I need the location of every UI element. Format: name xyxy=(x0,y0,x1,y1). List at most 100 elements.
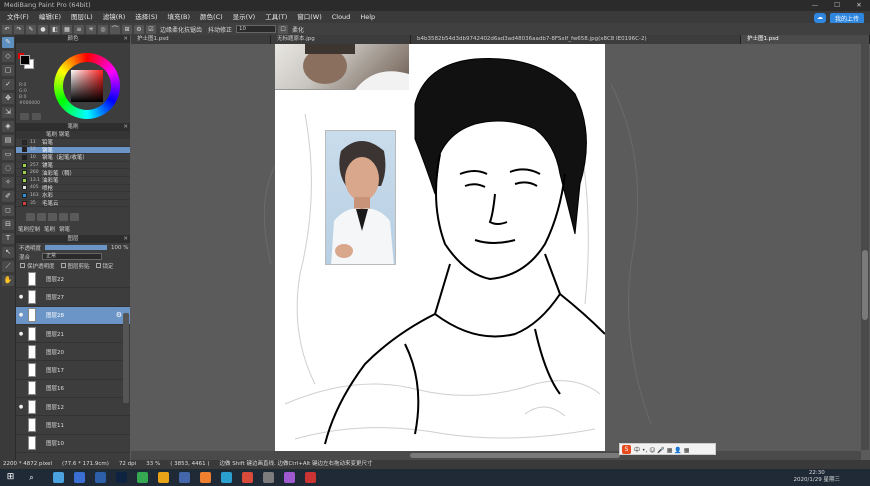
taskbar-app-icon[interactable] xyxy=(137,472,148,483)
reference-photo-portrait[interactable] xyxy=(325,130,396,265)
taskbar-app-icon[interactable] xyxy=(284,472,295,483)
dot-tool-icon[interactable]: ▢ xyxy=(2,65,14,76)
trash-icon[interactable] xyxy=(70,213,79,221)
brush-item[interactable]: 11 铅笔 xyxy=(16,139,130,147)
protect-checkbox[interactable] xyxy=(20,262,25,268)
taskbar-app-icon[interactable] xyxy=(53,472,64,483)
layer-visibility-icon[interactable]: ● xyxy=(16,331,26,337)
lock-checkbox[interactable] xyxy=(95,262,101,268)
taskbar-app-icon[interactable] xyxy=(95,472,106,483)
reference-photo-top[interactable] xyxy=(275,44,409,90)
menu-layer[interactable]: 图层(L) xyxy=(66,11,98,23)
brush-item[interactable]: 163 水彩 xyxy=(16,192,130,200)
snap-radial-icon[interactable]: ✳ xyxy=(86,24,96,34)
layer-row[interactable]: 图层10 xyxy=(16,435,130,453)
vertical-scroll-thumb[interactable] xyxy=(862,250,868,320)
add-brush-icon[interactable] xyxy=(26,213,35,221)
select-tool-icon[interactable]: ✓ xyxy=(2,79,14,90)
layer-row[interactable]: 图层11 xyxy=(16,416,130,435)
correction-select[interactable]: 10 xyxy=(236,25,277,33)
color-mode-icon[interactable] xyxy=(20,113,29,120)
opacity-slider[interactable] xyxy=(45,245,108,250)
panel-close-icon[interactable]: ✕ xyxy=(123,235,128,243)
select-eraser-tool-icon[interactable]: ◻ xyxy=(2,205,14,216)
taskbar-app-icon[interactable] xyxy=(116,472,127,483)
tab-brush[interactable]: 笔刷 xyxy=(44,225,55,233)
menu-view[interactable]: 显示(V) xyxy=(228,11,261,23)
sogou-icon[interactable]: S xyxy=(622,444,631,454)
tab-doc-1[interactable]: 护士图1.psd xyxy=(131,35,271,44)
layer-row[interactable]: ● 图层27 xyxy=(16,288,130,307)
close-button[interactable]: ✕ xyxy=(848,0,870,11)
panel-close-icon[interactable]: ✕ xyxy=(123,123,128,131)
clip-checkbox[interactable] xyxy=(60,262,66,268)
ime-status[interactable]: 中 •, ☺ 🎤 ▦ 👤 ▦ xyxy=(634,445,689,454)
menu-select[interactable]: 选择(S) xyxy=(130,11,162,23)
magic-wand-tool-icon[interactable]: ✧ xyxy=(2,177,14,188)
search-icon[interactable]: ⌕ xyxy=(26,472,37,483)
vertical-scrollbar[interactable] xyxy=(861,44,869,450)
tab-doc-3[interactable]: b4b3582b54d3db9742402d6ad3ad48036aadb7-8… xyxy=(411,35,741,44)
menu-edit[interactable]: 编辑(E) xyxy=(34,11,66,23)
menu-color[interactable]: 颜色(C) xyxy=(195,11,228,23)
shape-tool-icon[interactable]: ▭ xyxy=(2,149,14,160)
taskbar-app-icon[interactable] xyxy=(74,472,85,483)
taskbar-app-icon[interactable] xyxy=(305,472,316,483)
operation-tool-icon[interactable]: ↖ xyxy=(2,247,14,258)
brush-subtabs[interactable]: 笔刷 钢笔 xyxy=(16,131,130,139)
taskbar-app-icon[interactable] xyxy=(242,472,253,483)
brush-item[interactable]: 10 钢笔（起笔/收笔） xyxy=(16,154,130,162)
menu-cloud[interactable]: Cloud xyxy=(327,11,356,23)
menu-window[interactable]: 窗口(W) xyxy=(292,11,327,23)
menu-fill[interactable]: 填充(B) xyxy=(163,11,196,23)
redo-icon[interactable]: ↷ xyxy=(14,24,24,34)
eyedropper-tool-icon[interactable]: ⟋ xyxy=(2,261,14,272)
horizontal-scroll-thumb[interactable] xyxy=(410,453,620,458)
color-wheel[interactable] xyxy=(54,53,120,119)
snap-circle-icon[interactable]: ◎ xyxy=(98,24,108,34)
menu-filter[interactable]: 滤镜(R) xyxy=(98,11,131,23)
snap-perspective-icon[interactable]: ⊞ xyxy=(122,24,132,34)
ime-toolbar[interactable]: S 中 •, ☺ 🎤 ▦ 👤 ▦ xyxy=(619,443,716,455)
layer-scrollbar[interactable] xyxy=(123,313,129,403)
blend-select[interactable]: 正常 xyxy=(42,253,103,260)
lock-option[interactable]: 锁定 xyxy=(95,262,114,270)
lasso-tool-icon[interactable]: ◌ xyxy=(2,163,14,174)
menu-file[interactable]: 文件(F) xyxy=(2,11,34,23)
divide-tool-icon[interactable]: ⊟ xyxy=(2,219,14,230)
select-pen-tool-icon[interactable]: ✐ xyxy=(2,191,14,202)
taskbar-app-icon[interactable] xyxy=(221,472,232,483)
saturation-square[interactable] xyxy=(71,70,103,102)
layer-row[interactable]: 图层17 xyxy=(16,361,130,380)
folder-icon[interactable] xyxy=(37,213,46,221)
layer-visibility-icon[interactable]: ● xyxy=(16,294,26,300)
brush-size-icon[interactable]: ● xyxy=(38,24,48,34)
copy-icon[interactable] xyxy=(48,213,57,221)
layer-row[interactable]: 图层16 xyxy=(16,380,130,399)
antialias-checkbox[interactable]: ☑ xyxy=(146,24,156,34)
brush-item[interactable]: 260 油彩笔（稠） xyxy=(16,169,130,177)
maximize-button[interactable]: ☐ xyxy=(826,0,848,11)
taskbar-clock[interactable]: 22:30 2020/1/29 星期三 xyxy=(794,470,840,484)
layer-row[interactable]: 图层22 xyxy=(16,270,130,289)
transform-tool-icon[interactable]: ⇲ xyxy=(2,107,14,118)
brush-item[interactable]: 13.1 油彩笔 xyxy=(16,177,130,185)
eraser-mode-icon[interactable]: ◧ xyxy=(50,24,60,34)
settings-icon[interactable] xyxy=(59,213,68,221)
menu-help[interactable]: Help xyxy=(355,11,380,23)
tab-pen[interactable]: 钢笔 xyxy=(59,225,70,233)
undo-icon[interactable]: ↶ xyxy=(2,24,12,34)
tab-brush-control[interactable]: 笔刷控制 xyxy=(18,225,40,233)
cloud-icon[interactable]: ☁ xyxy=(813,13,826,23)
tab-doc-4[interactable]: 护士图1.psd xyxy=(741,35,870,44)
layer-row[interactable]: 图层20 xyxy=(16,343,130,362)
primary-color-swatch[interactable] xyxy=(20,55,30,65)
menu-tools[interactable]: 工具(T) xyxy=(260,11,292,23)
pen-mode-icon[interactable]: ✎ xyxy=(26,24,36,34)
minimize-button[interactable]: — xyxy=(804,0,826,11)
palette-icon[interactable] xyxy=(32,113,41,120)
brush-item[interactable]: 405 喷枪 xyxy=(16,185,130,193)
taskbar-app-icon[interactable] xyxy=(179,472,190,483)
layer-row[interactable]: ● 图层28 ⚙ xyxy=(16,306,130,325)
taskbar-app-icon[interactable] xyxy=(200,472,211,483)
